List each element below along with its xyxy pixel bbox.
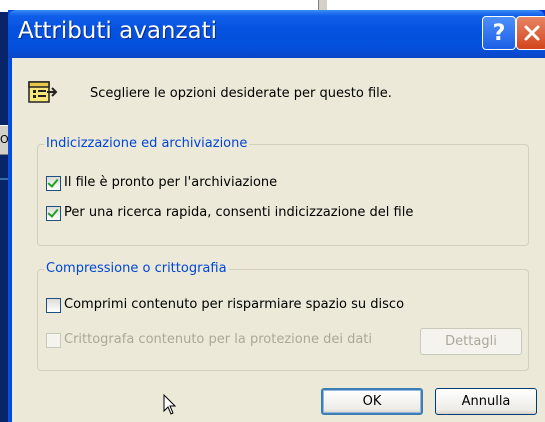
encrypt-checkbox-label[interactable]: Crittografa contenuto per la protezione … [64, 332, 372, 347]
close-button[interactable] [516, 16, 545, 50]
archive-checkbox-label[interactable]: Il file è pronto per l'archiviazione [64, 175, 277, 190]
index-checkbox-label[interactable]: Per una ricerca rapida, consenti indiciz… [64, 205, 413, 220]
help-button[interactable]: ? [482, 16, 516, 50]
compress-checkbox[interactable] [46, 298, 61, 313]
help-icon: ? [492, 20, 506, 46]
details-button[interactable]: Dettagli [420, 328, 522, 355]
compression-group-label: Compressione o crittografia [44, 261, 229, 276]
file-attributes-icon [28, 81, 58, 103]
dialog-title: Attributi avanzati [18, 18, 218, 44]
indexing-group-label: Indicizzazione ed archiviazione [44, 136, 250, 151]
archive-checkbox[interactable] [46, 176, 61, 191]
dialog-body: Scegliere le opzioni desiderate per ques… [12, 58, 545, 422]
compression-group [37, 269, 529, 371]
background-window-item: OI [0, 125, 8, 155]
background-window-border [0, 12, 8, 422]
intro-text: Scegliere le opzioni desiderate per ques… [90, 86, 392, 101]
ok-button[interactable]: OK [321, 388, 423, 415]
index-checkbox[interactable] [46, 206, 61, 221]
mouse-cursor-icon [163, 394, 177, 415]
title-bar[interactable]: Attributi avanzati ? [8, 10, 545, 58]
encrypt-checkbox[interactable] [46, 333, 61, 348]
advanced-attributes-dialog: Attributi avanzati ? Scegliere le opzion… [8, 10, 545, 422]
background-window-line [0, 178, 8, 180]
indexing-group [37, 144, 529, 246]
compress-checkbox-label[interactable]: Comprimi contenuto per risparmiare spazi… [64, 297, 404, 312]
cancel-button[interactable]: Annulla [435, 388, 537, 415]
close-icon [524, 25, 540, 41]
